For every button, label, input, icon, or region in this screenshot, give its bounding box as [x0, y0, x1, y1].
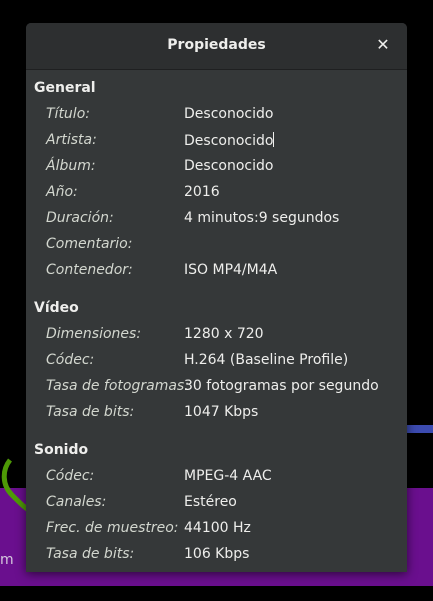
property-value: Estéreo — [184, 494, 237, 510]
close-icon[interactable]: ✕ — [374, 36, 392, 54]
background-video-detail — [404, 425, 433, 433]
property-row-title: Título: Desconocido — [46, 106, 401, 126]
property-value: 30 fotogramas por segundo — [184, 378, 379, 394]
property-row-sample-rate: Frec. de muestreo: 44100 Hz — [46, 520, 401, 540]
property-row-framerate: Tasa de fotogramas: 30 fotogramas por se… — [46, 378, 401, 398]
properties-dialog: Propiedades ✕ General Título: Desconocid… — [26, 23, 407, 572]
property-row-video-codec: Códec: H.264 (Baseline Profile) — [46, 352, 401, 372]
property-row-year: Año: 2016 — [46, 184, 401, 204]
background-partial-text: m — [0, 552, 14, 568]
property-label: Año: — [46, 184, 78, 200]
property-row-duration: Duración: 4 minutos:9 segundos — [46, 210, 401, 230]
property-label: Códec: — [46, 468, 95, 484]
property-value: Desconocido — [184, 133, 274, 149]
property-row-channels: Canales: Estéreo — [46, 494, 401, 514]
property-label: Tasa de fotogramas: — [46, 378, 189, 394]
property-row-comment: Comentario: — [46, 236, 401, 256]
property-value: 1047 Kbps — [184, 404, 259, 420]
property-label: Álbum: — [46, 158, 96, 174]
property-label: Duración: — [46, 210, 114, 226]
property-label: Artista: — [46, 132, 97, 148]
property-value: ISO MP4/M4A — [184, 262, 278, 278]
property-row-artist: Artista: Desconocido — [46, 132, 401, 152]
property-value: MPEG-4 AAC — [184, 468, 272, 484]
property-value: Desconocido — [184, 158, 274, 174]
property-value-with-cursor[interactable]: Desconocido — [184, 132, 275, 149]
property-row-video-bitrate: Tasa de bits: 1047 Kbps — [46, 404, 401, 424]
property-label: Frec. de muestreo: — [46, 520, 179, 536]
section-title-general: General — [34, 80, 96, 96]
property-value: Desconocido — [184, 106, 274, 122]
property-value: 4 minutos:9 segundos — [184, 210, 340, 226]
property-row-audio-bitrate: Tasa de bits: 106 Kbps — [46, 546, 401, 566]
property-label: Contenedor: — [46, 262, 133, 278]
property-label: Códec: — [46, 352, 95, 368]
property-label: Tasa de bits: — [46, 404, 135, 420]
property-value: H.264 (Baseline Profile) — [184, 352, 349, 368]
text-cursor — [273, 132, 275, 147]
property-label: Título: — [46, 106, 90, 122]
property-row-container: Contenedor: ISO MP4/M4A — [46, 262, 401, 282]
section-title-sound: Sonido — [34, 442, 89, 458]
property-label: Tasa de bits: — [46, 546, 135, 562]
property-value: 2016 — [184, 184, 220, 200]
property-value: 1280 x 720 — [184, 326, 264, 342]
property-row-audio-codec: Códec: MPEG-4 AAC — [46, 468, 401, 488]
property-label: Canales: — [46, 494, 107, 510]
dialog-titlebar[interactable]: Propiedades ✕ — [26, 23, 407, 70]
property-label: Dimensiones: — [46, 326, 142, 342]
property-row-album: Álbum: Desconocido — [46, 158, 401, 178]
property-label: Comentario: — [46, 236, 133, 252]
property-value: 106 Kbps — [184, 546, 250, 562]
property-value: 44100 Hz — [184, 520, 251, 536]
section-title-video: Vídeo — [34, 300, 79, 316]
property-row-dimensions: Dimensiones: 1280 x 720 — [46, 326, 401, 346]
dialog-title: Propiedades — [167, 37, 266, 53]
